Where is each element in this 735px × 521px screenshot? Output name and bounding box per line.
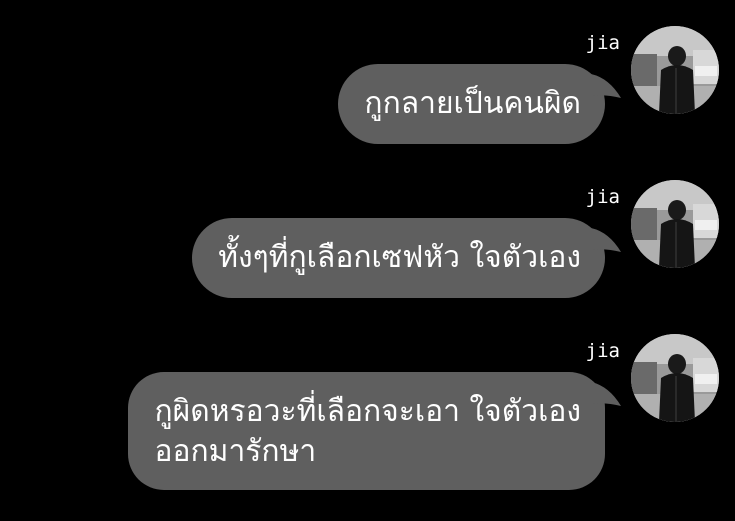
person-back-photo-icon <box>631 334 719 422</box>
sender-name: jia <box>585 340 620 362</box>
message-text-line-2: ออกมารักษา <box>154 434 317 469</box>
bubble-tail-icon <box>591 382 621 406</box>
message-row: jia กูผิดหรอวะที่เลือกจะเอา ใจตัวเอง ออก… <box>0 0 735 521</box>
message-text-line-1: กูผิดหรอวะที่เลือกจะเอา ใจตัวเอง <box>154 394 581 429</box>
message-bubble[interactable]: กูผิดหรอวะที่เลือกจะเอา ใจตัวเอง ออกมารั… <box>128 372 621 490</box>
chat-thread: jia กูกลายเป็นคนผิด jia ทั้งๆที่กูเลือกเ… <box>0 0 735 521</box>
avatar[interactable] <box>631 334 719 422</box>
